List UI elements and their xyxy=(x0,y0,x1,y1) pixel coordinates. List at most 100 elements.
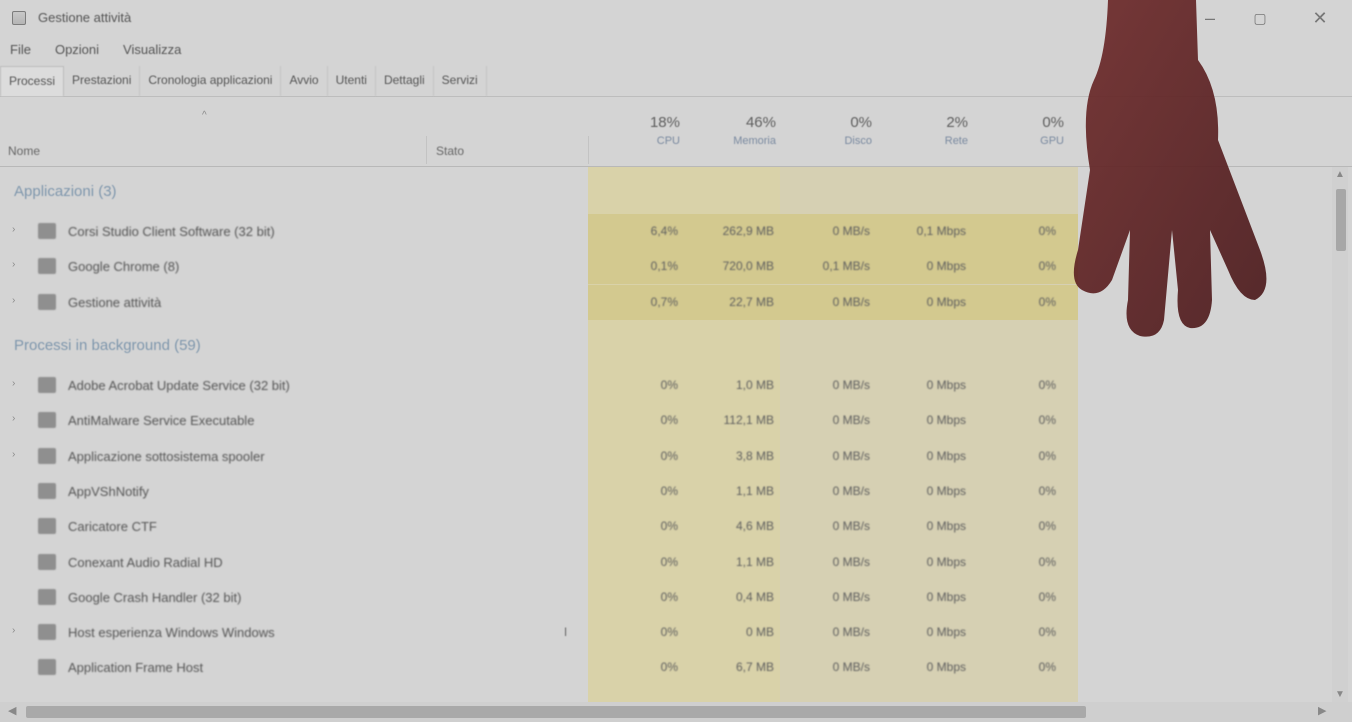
column-disk[interactable]: 0% Disco xyxy=(780,114,872,147)
process-cpu-value: 6,4% xyxy=(650,224,678,238)
process-row[interactable]: › Host esperienza Windows Windows ǀ 0% 0 MB 0… xyxy=(0,615,1080,650)
process-gpu-value: 0% xyxy=(1038,413,1056,428)
expand-chevron-icon[interactable]: › xyxy=(12,295,15,306)
maximize-button[interactable]: ▢ xyxy=(1240,6,1280,30)
service-icon xyxy=(38,412,56,429)
close-button[interactable]: ✕ xyxy=(1300,6,1340,30)
menu-options[interactable]: Opzioni xyxy=(55,38,99,62)
process-gpu-value: 0% xyxy=(1038,224,1056,238)
minimize-button[interactable]: – xyxy=(1190,6,1230,30)
memory-label: Memoria xyxy=(733,135,776,147)
process-cpu-value: 0% xyxy=(660,378,678,392)
process-gpu-value: 0% xyxy=(1038,378,1056,392)
process-disk-value: 0 MB/s xyxy=(832,378,870,392)
process-row[interactable]: Conexant Audio Radial HD 0% 1,1 MB 0 MB/s 0 … xyxy=(0,545,1080,580)
tab-details[interactable]: Dettagli xyxy=(376,66,434,96)
menu-file[interactable]: File xyxy=(10,38,31,62)
column-gpu[interactable]: 0% GPU xyxy=(972,114,1064,147)
process-mem-value: 6,7 MB xyxy=(735,660,774,675)
group-header-apps[interactable]: Applicazioni (3) xyxy=(14,183,117,200)
expand-chevron-icon[interactable]: › xyxy=(12,449,15,460)
memory-total: 46% xyxy=(745,114,776,131)
process-gpu-value: 0% xyxy=(1038,448,1056,463)
process-cpu-value: 0,7% xyxy=(650,294,678,309)
process-row[interactable]: › AntiMalware Service Executable 0% 112,1 M… xyxy=(0,403,1080,438)
process-mem-value: 0,4 MB xyxy=(735,589,774,604)
process-mem-value: 1,1 MB xyxy=(735,554,774,569)
pen-icon xyxy=(38,518,56,535)
process-net-value: 0 Mbps xyxy=(926,519,966,534)
column-status[interactable]: Stato xyxy=(436,144,464,158)
task-manager-window: Gestione attività – ▢ ✕ File Opzioni Vis… xyxy=(0,0,1352,722)
process-disk-value: 0 MB/s xyxy=(832,625,870,640)
tab-users[interactable]: Utenti xyxy=(328,66,376,96)
column-memory[interactable]: 46% Memoria xyxy=(684,114,776,147)
process-net-value: 0 Mbps xyxy=(926,378,966,392)
expand-chevron-icon[interactable]: › xyxy=(12,413,15,424)
process-mem-value: 1,0 MB xyxy=(735,378,774,392)
scroll-left-icon[interactable]: ◀ xyxy=(8,704,16,717)
gpu-total: 0% xyxy=(1042,114,1064,131)
network-label: Rete xyxy=(944,135,968,147)
tab-bar: Processi Prestazioni Cronologia applicaz… xyxy=(0,66,1352,97)
process-name: Google Crash Handler (32 bit) xyxy=(68,589,242,605)
scroll-right-icon[interactable]: ▶ xyxy=(1318,704,1326,717)
expand-chevron-icon[interactable]: › xyxy=(12,378,15,389)
service-icon xyxy=(38,377,56,393)
expand-chevron-icon[interactable]: › xyxy=(12,625,15,636)
process-status: ǀ xyxy=(564,625,568,640)
service-icon xyxy=(38,482,56,499)
process-gpu-value: 0% xyxy=(1038,625,1056,640)
expand-chevron-icon[interactable]: › xyxy=(12,259,15,270)
cpu-total: 18% xyxy=(649,114,680,131)
printer-icon xyxy=(38,447,56,464)
menu-view[interactable]: Visualizza xyxy=(123,38,181,62)
column-name[interactable]: Nome xyxy=(8,144,40,158)
process-mem-value: 22,7 MB xyxy=(729,294,774,309)
process-row[interactable]: › Gestione attività 0,7% 22,7 MB 0 MB/s 0 Mbp… xyxy=(0,284,1080,320)
task-manager-icon xyxy=(12,11,26,25)
title-bar: Gestione attività – ▢ ✕ xyxy=(0,0,1352,36)
tab-app-history[interactable]: Cronologia applicazioni xyxy=(140,66,282,96)
tab-startup[interactable]: Avvio xyxy=(281,66,328,96)
tab-processes[interactable]: Processi xyxy=(0,66,65,96)
process-mem-value: 112,1 MB xyxy=(723,413,774,428)
column-header: ^ Nome Stato 18% CPU 46% Memoria 0% Disc… xyxy=(0,96,1352,167)
process-net-value: 0 Mbps xyxy=(926,660,966,675)
process-net-value: 0 Mbps xyxy=(926,483,966,498)
process-row[interactable]: Google Crash Handler (32 bit) 0% 0,4 MB 0 M… xyxy=(0,580,1080,615)
scroll-down-icon[interactable]: ▼ xyxy=(1335,689,1345,700)
process-row[interactable]: › Google Chrome (8) 0,1% 720,0 MB 0,1 MB/s 0 … xyxy=(0,249,1080,285)
process-mem-value: 262,9 MB xyxy=(722,224,774,238)
tab-services[interactable]: Servizi xyxy=(434,66,487,96)
process-row[interactable]: › Corsi Studio Client Software (32 bit) 6,… xyxy=(0,214,1080,249)
vertical-scroll-thumb[interactable] xyxy=(1336,189,1346,251)
process-cpu-value: 0% xyxy=(660,625,678,640)
process-disk-value: 0,1 MB/s xyxy=(822,259,870,274)
horizontal-scrollbar[interactable]: ◀ ▶ xyxy=(0,702,1352,722)
process-cpu-value: 0% xyxy=(660,589,678,604)
process-row[interactable]: Caricatore CTF 0% 4,6 MB 0 MB/s 0 Mbps 0% xyxy=(0,509,1080,544)
sort-caret-icon: ^ xyxy=(202,110,207,121)
expand-chevron-icon[interactable]: › xyxy=(12,224,15,235)
process-disk-value: 0 MB/s xyxy=(832,554,870,569)
column-network[interactable]: 2% Rete xyxy=(876,114,968,147)
process-row[interactable]: › Applicazione sottosistema spooler 0% 3,8 … xyxy=(0,439,1080,474)
horizontal-scroll-thumb[interactable] xyxy=(26,706,1086,718)
process-row[interactable]: Application Frame Host 0% 6,7 MB 0 MB/s 0 Mb… xyxy=(0,650,1080,685)
column-divider[interactable] xyxy=(426,136,427,164)
tab-performance[interactable]: Prestazioni xyxy=(64,66,141,96)
app-icon xyxy=(38,223,56,239)
group-header-background[interactable]: Processi in background (59) xyxy=(14,337,201,354)
process-mem-value: 0 MB xyxy=(745,625,774,640)
process-cpu-value: 0% xyxy=(660,660,678,675)
process-row[interactable]: › Adobe Acrobat Update Service (32 bit) 0%… xyxy=(0,368,1080,403)
column-cpu[interactable]: 18% CPU xyxy=(588,114,680,147)
scroll-up-icon[interactable]: ▲ xyxy=(1335,169,1345,180)
process-row[interactable]: AppVShNotify 0% 1,1 MB 0 MB/s 0 Mbps 0% xyxy=(0,474,1080,509)
process-mem-value: 4,6 MB xyxy=(735,519,774,534)
process-name: Corsi Studio Client Software (32 bit) xyxy=(68,224,275,239)
process-gpu-value: 0% xyxy=(1038,660,1056,675)
vertical-scrollbar[interactable]: ▲ ▼ xyxy=(1332,167,1348,702)
process-net-value: 0 Mbps xyxy=(926,259,966,274)
